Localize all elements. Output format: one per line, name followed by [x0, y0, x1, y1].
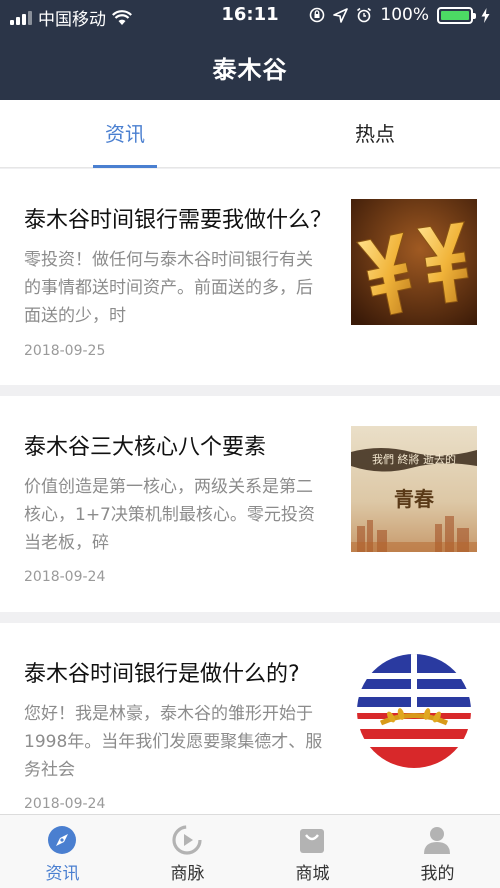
article-date: 2018-09-25 [24, 343, 106, 359]
category-tabs: 资讯 热点 [0, 100, 500, 168]
nav-label: 商城 [295, 864, 330, 884]
bottom-nav: 资讯 商脉 商城 我的 [0, 814, 500, 888]
nav-label: 资讯 [45, 864, 80, 884]
rotation-lock-icon [310, 7, 325, 23]
nav-label: 商脉 [170, 864, 205, 884]
status-bar: 中国移动 16:11 100% [0, 0, 500, 32]
article-title: 泰木谷时间银行需要我做什么？ [24, 208, 333, 233]
youth-banner-image: 我們 終將 逝去的 青春 [351, 426, 477, 552]
article-card[interactable]: 泰木谷时间银行是做什么的? 您好！我是林豪，泰木谷的雏形开始于1998年。当年我… [0, 623, 500, 814]
location-icon [333, 7, 349, 23]
article-title: 泰木谷时间银行是做什么的? [24, 662, 300, 687]
article-thumbnail [351, 653, 477, 779]
article-snippet: 您好！我是林豪，泰木谷的雏形开始于1998年。当年我们发愿要聚集德才、服务社会 [24, 704, 323, 780]
nav-profile[interactable]: 我的 [375, 815, 500, 888]
play-circle-icon [172, 825, 202, 855]
thumbnail-caption: 我們 終將 逝去的 [372, 452, 456, 466]
alarm-icon [357, 7, 372, 23]
user-icon [424, 827, 450, 854]
tab-news[interactable]: 资讯 [0, 100, 250, 168]
battery-icon [437, 6, 476, 24]
nav-network[interactable]: 商脉 [125, 815, 250, 888]
article-snippet: 零投资！做任何与泰木谷时间银行有关的事情都送时间资产。前面送的多，后面送的少，时 [24, 250, 313, 326]
nav-label: 我的 [420, 864, 455, 884]
nav-news[interactable]: 资讯 [0, 815, 125, 888]
article-thumbnail: 我們 終將 逝去的 青春 [351, 426, 477, 552]
app-header: 中国移动 16:11 100% 泰木谷 [0, 0, 500, 100]
compass-icon [48, 826, 76, 854]
article-date: 2018-09-24 [24, 796, 106, 812]
thumbnail-headline: 青春 [394, 487, 435, 511]
nav-mall[interactable]: 商城 [250, 815, 375, 888]
battery-percent: 100% [380, 5, 429, 25]
tab-hot[interactable]: 热点 [250, 100, 500, 168]
yen-sign-image [351, 199, 477, 325]
page-title: 泰木谷 [212, 56, 288, 84]
round-flag-logo [357, 654, 471, 768]
article-title: 泰木谷三大核心八个要素 [24, 435, 267, 460]
article-feed: 泰木谷时间银行需要我做什么？ 零投资！做任何与泰木谷时间银行有关的事情都送时间资… [0, 169, 500, 814]
shopping-bag-icon [300, 829, 324, 853]
article-card[interactable]: 泰木谷三大核心八个要素 价值创造是第一核心，两级关系是第二核心，1+7决策机制最… [0, 396, 500, 612]
article-thumbnail [351, 199, 477, 325]
article-date: 2018-09-24 [24, 569, 106, 585]
charging-icon [481, 7, 490, 23]
article-card[interactable]: 泰木谷时间银行需要我做什么？ 零投资！做任何与泰木谷时间银行有关的事情都送时间资… [0, 169, 500, 385]
article-snippet: 价值创造是第一核心，两级关系是第二核心，1+7决策机制最核心。零元投资当老板，碎 [24, 477, 315, 553]
